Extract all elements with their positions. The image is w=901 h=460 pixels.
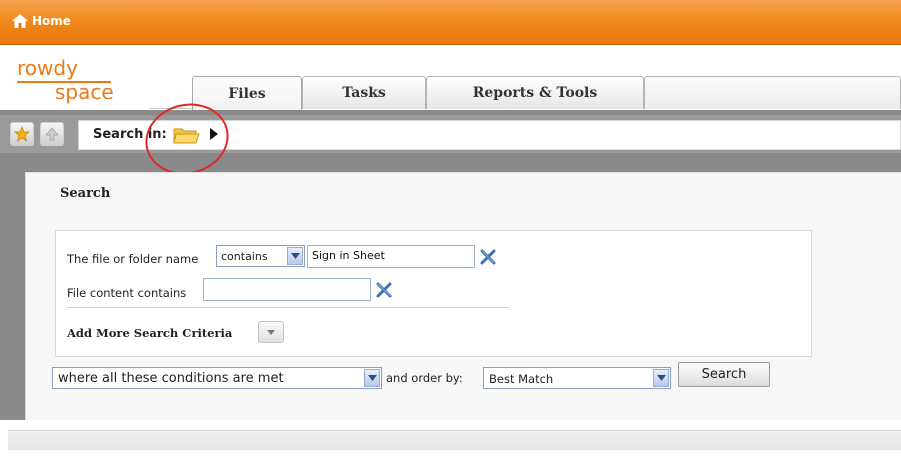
chevron-down-icon	[267, 329, 275, 335]
home-label: Home	[32, 14, 71, 28]
tab-reports-label: Reports & Tools	[472, 85, 598, 101]
dropdown-arrow-icon[interactable]	[287, 247, 303, 265]
search-title: Search	[60, 186, 111, 201]
tab-tasks[interactable]: Tasks	[302, 76, 426, 109]
file-name-label: The file or folder name	[67, 252, 199, 266]
criteria-divider	[67, 307, 509, 308]
dropdown-arrow-icon[interactable]	[653, 369, 669, 387]
clear-criteria-icon[interactable]	[479, 248, 497, 266]
up-folder-button[interactable]	[40, 122, 64, 146]
file-name-input[interactable]: Sign in Sheet	[307, 245, 475, 268]
condition-value: where all these conditions are met	[58, 371, 284, 386]
rowdyspace-logo[interactable]: rowdy space	[15, 56, 125, 106]
home-link[interactable]: Home	[12, 12, 71, 30]
top-bar: Home	[0, 0, 901, 45]
order-by-select[interactable]: Best Match	[483, 367, 671, 389]
name-operator-select[interactable]: contains	[216, 245, 305, 267]
tab-strip: Files Tasks Reports & Tools	[150, 76, 901, 110]
clear-criteria-icon[interactable]	[375, 281, 393, 299]
search-button[interactable]: Search	[678, 362, 770, 387]
tab-tasks-label: Tasks	[342, 85, 386, 101]
tab-strip-filler	[644, 76, 901, 109]
condition-select[interactable]: where all these conditions are met	[52, 367, 382, 389]
file-content-input[interactable]	[203, 278, 371, 301]
logo-text-line1: rowdy	[17, 56, 78, 80]
add-criteria-dropdown[interactable]	[258, 321, 284, 343]
favorites-button[interactable]	[10, 122, 34, 146]
logo-text-line2: space	[55, 80, 114, 104]
star-icon	[14, 126, 30, 142]
order-by-value: Best Match	[489, 372, 554, 386]
add-more-criteria-label: Add More Search Criteria	[67, 326, 233, 340]
order-by-label: and order by:	[386, 371, 463, 385]
up-arrow-icon	[45, 127, 59, 141]
tab-files[interactable]: Files	[192, 76, 302, 110]
name-operator-value: contains	[221, 250, 268, 263]
home-icon	[12, 14, 28, 28]
dropdown-arrow-icon[interactable]	[364, 369, 380, 387]
tab-files-label: Files	[228, 85, 266, 102]
file-content-label: File content contains	[67, 286, 187, 300]
bottom-bar	[8, 430, 901, 450]
tab-reports-tools[interactable]: Reports & Tools	[426, 76, 644, 109]
